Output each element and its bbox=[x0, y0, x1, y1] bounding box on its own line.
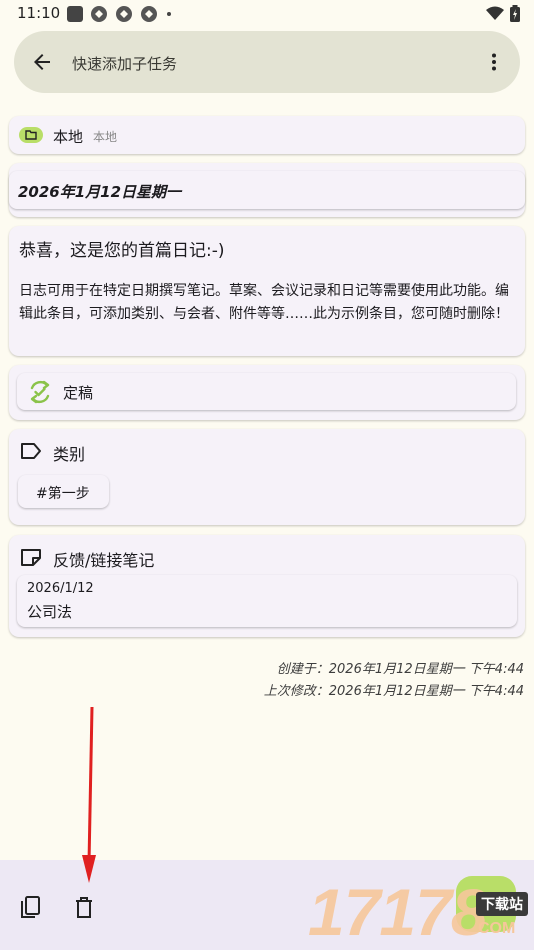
battery-icon bbox=[510, 5, 520, 22]
back-arrow-icon[interactable] bbox=[30, 50, 54, 74]
collection-folder-badge bbox=[19, 127, 43, 143]
date-field[interactable]: 2026年1月12日星期一 bbox=[9, 171, 525, 209]
watermark-logo: 17178 下载站 COM bbox=[308, 868, 534, 950]
watermark-tag: 下载站 bbox=[476, 892, 528, 916]
entry-description[interactable]: 日志可用于在特定日期撰写笔记。草案、会议记录和日记等需要使用此功能。编辑此条目，… bbox=[19, 280, 519, 326]
modified-timestamp: 上次修改：2026年1月12日星期一 下午4:44 bbox=[263, 684, 524, 699]
watermark-domain: COM bbox=[478, 920, 516, 937]
label-icon bbox=[21, 443, 41, 459]
linked-notes-title: 反馈/链接笔记 bbox=[53, 551, 155, 570]
entry-title[interactable]: 恭喜，这是您的首篇日记:-) bbox=[19, 236, 225, 261]
system-icons bbox=[486, 5, 520, 22]
delete-icon[interactable] bbox=[72, 895, 96, 921]
sync-notification-icon bbox=[116, 6, 132, 22]
notification-icons bbox=[67, 5, 171, 23]
quick-add-subtask-placeholder[interactable]: 快速添加子任务 bbox=[72, 53, 177, 74]
collection-card[interactable]: 本地 本地 bbox=[9, 116, 525, 154]
entry-date: 2026年1月12日星期一 bbox=[18, 183, 182, 201]
status-button[interactable]: 定稿 bbox=[17, 373, 516, 410]
linked-note-name: 公司法 bbox=[27, 603, 73, 621]
created-timestamp: 创建于：2026年1月12日星期一 下午4:44 bbox=[276, 662, 524, 677]
status-label: 定稿 bbox=[63, 384, 94, 402]
note-icon bbox=[21, 549, 41, 566]
app-notification-icon bbox=[67, 6, 83, 22]
sync-check-icon bbox=[30, 380, 50, 404]
linked-notes-card: 反馈/链接笔记 2026/1/12 公司法 bbox=[9, 535, 525, 637]
status-card: 定稿 bbox=[9, 365, 525, 420]
annotation-arrow-icon bbox=[82, 706, 96, 883]
categories-title: 类别 bbox=[53, 445, 86, 464]
sync-notification-icon bbox=[91, 6, 107, 22]
folder-icon bbox=[25, 130, 37, 140]
categories-card: 类别 #第一步 bbox=[9, 429, 525, 525]
more-notifications-icon bbox=[167, 12, 171, 16]
collection-name: 本地 bbox=[53, 128, 84, 146]
sync-notification-icon bbox=[141, 6, 157, 22]
copy-icon[interactable] bbox=[18, 895, 44, 921]
linked-note-item[interactable]: 2026/1/12 公司法 bbox=[17, 575, 517, 627]
collection-account: 本地 bbox=[93, 130, 118, 144]
entry-card[interactable]: 恭喜，这是您的首篇日记:-) 日志可用于在特定日期撰写笔记。草案、会议记录和日记… bbox=[9, 226, 525, 356]
linked-note-date: 2026/1/12 bbox=[27, 581, 94, 596]
date-card: 2026年1月12日星期一 bbox=[9, 163, 525, 217]
more-vert-icon[interactable] bbox=[482, 50, 506, 74]
category-chip[interactable]: #第一步 bbox=[18, 475, 109, 508]
status-bar: 11:10 bbox=[0, 0, 534, 28]
watermark-number: 17178 bbox=[308, 875, 488, 949]
status-time: 11:10 bbox=[17, 4, 61, 22]
wifi-icon bbox=[486, 6, 504, 20]
quick-add-subtask-bar[interactable]: 快速添加子任务 bbox=[14, 31, 520, 93]
category-chip-label: #第一步 bbox=[36, 486, 90, 502]
